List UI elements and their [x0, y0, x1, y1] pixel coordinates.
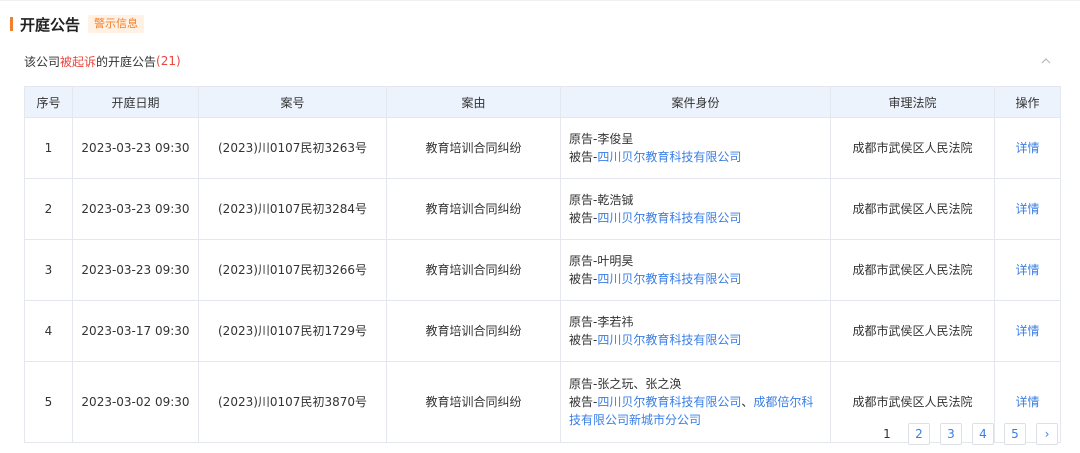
- case-number: (2023)川0107民初3263号: [198, 117, 387, 179]
- column-header: 案由: [386, 86, 561, 118]
- subheader-highlight: 被起诉: [60, 54, 97, 69]
- plaintiff: 原告-乾浩铖: [569, 193, 634, 207]
- defendant-separator: 、: [741, 395, 754, 409]
- defendant-company-link[interactable]: 四川贝尔教育科技有限公司: [597, 272, 741, 286]
- defendant: 被告-四川贝尔教育科技有限公司: [569, 331, 822, 349]
- section-title: 开庭公告: [20, 15, 81, 34]
- hearing-date: 2023-03-23 09:30: [72, 239, 199, 301]
- court: 成都市武侯区人民法院: [830, 300, 995, 362]
- case-parties: 原告-乾浩铖 被告-四川贝尔教育科技有限公司: [560, 178, 831, 240]
- row-index: 2: [24, 178, 73, 240]
- plaintiff: 原告-张之玩、张之涣: [569, 377, 682, 391]
- page-button-3[interactable]: 3: [940, 423, 962, 445]
- case-cause: 教育培训合同纠纷: [386, 117, 561, 179]
- plaintiff: 原告-李若祎: [569, 315, 634, 329]
- case-number: (2023)川0107民初3284号: [198, 178, 387, 240]
- detail-link-cell: 详情: [994, 117, 1061, 179]
- court: 成都市武侯区人民法院: [830, 239, 995, 301]
- detail-link[interactable]: 详情: [1015, 263, 1039, 277]
- case-parties: 原告-李若祎 被告-四川贝尔教育科技有限公司: [560, 300, 831, 362]
- plaintiff: 原告-叶明昊: [569, 254, 634, 268]
- court: 成都市武侯区人民法院: [830, 117, 995, 179]
- column-header: 开庭日期: [72, 86, 199, 118]
- case-cause: 教育培训合同纠纷: [386, 178, 561, 240]
- case-parties: 原告-李俊呈 被告-四川贝尔教育科技有限公司: [560, 117, 831, 179]
- subheader-count: (21): [156, 54, 181, 68]
- case-cause: 教育培训合同纠纷: [386, 300, 561, 362]
- row-index: 3: [24, 239, 73, 301]
- defendant-company-link[interactable]: 四川贝尔教育科技有限公司: [597, 333, 741, 347]
- column-header: 审理法院: [830, 86, 995, 118]
- subheader-prefix: 该公司: [24, 54, 61, 69]
- next-page-button[interactable]: ›: [1036, 423, 1058, 445]
- column-header: 操作: [994, 86, 1061, 118]
- defendant-company-link[interactable]: 四川贝尔教育科技有限公司: [597, 150, 741, 164]
- accent-bar: [10, 17, 13, 31]
- case-number: (2023)川0107民初3870号: [198, 361, 387, 443]
- page-button-2[interactable]: 2: [908, 423, 930, 445]
- plaintiff: 原告-李俊呈: [569, 132, 634, 146]
- detail-link-cell: 详情: [994, 239, 1061, 301]
- defendant: 被告-四川贝尔教育科技有限公司: [569, 148, 822, 166]
- defendant-prefix: 被告-: [569, 272, 598, 286]
- table-row: 3 2023-03-23 09:30 (2023)川0107民初3266号 教育…: [24, 239, 1061, 301]
- hearing-date: 2023-03-23 09:30: [72, 117, 199, 179]
- detail-link[interactable]: 详情: [1015, 202, 1039, 216]
- section-header: 开庭公告 警示信息: [10, 14, 145, 34]
- detail-link[interactable]: 详情: [1015, 324, 1039, 338]
- subheader: 该公司 被起诉 的开庭公告 (21): [24, 52, 1059, 70]
- court: 成都市武侯区人民法院: [830, 178, 995, 240]
- case-parties: 原告-叶明昊 被告-四川贝尔教育科技有限公司: [560, 239, 831, 301]
- case-number: (2023)川0107民初3266号: [198, 239, 387, 301]
- detail-link-cell: 详情: [994, 178, 1061, 240]
- detail-link[interactable]: 详情: [1015, 141, 1039, 155]
- defendant: 被告-四川贝尔教育科技有限公司、成都倍尔科技有限公司新城市分公司: [569, 393, 822, 429]
- pagination: 1 2 3 4 5 ›: [876, 423, 1058, 445]
- detail-link[interactable]: 详情: [1015, 395, 1039, 409]
- hearing-table: 序号 开庭日期 案号 案由 案件身份 审理法院 操作 1 2023-03-23 …: [24, 86, 1061, 443]
- case-cause: 教育培训合同纠纷: [386, 239, 561, 301]
- chevron-right-icon: ›: [1044, 427, 1050, 441]
- top-divider: [0, 0, 1080, 1]
- column-header: 序号: [24, 86, 73, 118]
- defendant-prefix: 被告-: [569, 150, 598, 164]
- defendant-prefix: 被告-: [569, 333, 598, 347]
- defendant-prefix: 被告-: [569, 211, 598, 225]
- table-row: 1 2023-03-23 09:30 (2023)川0107民初3263号 教育…: [24, 117, 1061, 179]
- defendant-company-link[interactable]: 四川贝尔教育科技有限公司: [597, 211, 741, 225]
- case-parties: 原告-张之玩、张之涣 被告-四川贝尔教育科技有限公司、成都倍尔科技有限公司新城市…: [560, 361, 831, 443]
- warning-badge: 警示信息: [88, 15, 145, 33]
- case-number: (2023)川0107民初1729号: [198, 300, 387, 362]
- page-current: 1: [883, 427, 891, 441]
- table-header-row: 序号 开庭日期 案号 案由 案件身份 审理法院 操作: [24, 86, 1061, 118]
- column-header: 案号: [198, 86, 387, 118]
- row-index: 5: [24, 361, 73, 443]
- table-row: 2 2023-03-23 09:30 (2023)川0107民初3284号 教育…: [24, 178, 1061, 240]
- column-header: 案件身份: [560, 86, 831, 118]
- hearing-date: 2023-03-17 09:30: [72, 300, 199, 362]
- defendant: 被告-四川贝尔教育科技有限公司: [569, 209, 822, 227]
- row-index: 1: [24, 117, 73, 179]
- hearing-date: 2023-03-02 09:30: [72, 361, 199, 443]
- page-button-4[interactable]: 4: [972, 423, 994, 445]
- subheader-suffix: 的开庭公告: [96, 54, 157, 69]
- row-index: 4: [24, 300, 73, 362]
- detail-link-cell: 详情: [994, 300, 1061, 362]
- defendant-prefix: 被告-: [569, 395, 598, 409]
- case-cause: 教育培训合同纠纷: [386, 361, 561, 443]
- page-button-5[interactable]: 5: [1004, 423, 1026, 445]
- chevron-up-icon[interactable]: [1039, 54, 1053, 68]
- defendant-company-link[interactable]: 四川贝尔教育科技有限公司: [597, 395, 741, 409]
- defendant: 被告-四川贝尔教育科技有限公司: [569, 270, 822, 288]
- table-row: 4 2023-03-17 09:30 (2023)川0107民初1729号 教育…: [24, 300, 1061, 362]
- hearing-date: 2023-03-23 09:30: [72, 178, 199, 240]
